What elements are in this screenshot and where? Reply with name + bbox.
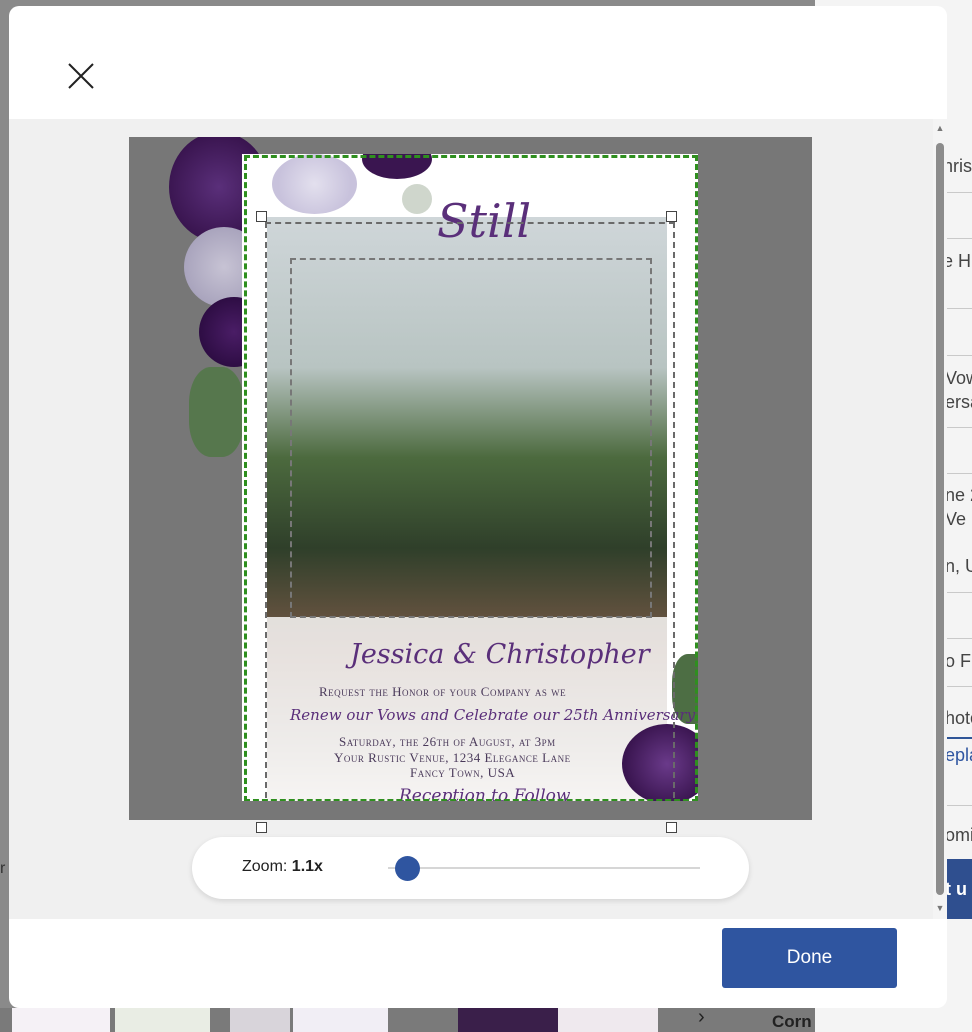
thumbnail [293, 1008, 388, 1032]
crop-canvas[interactable]: Still Jessica & Christopher Request the … [129, 137, 812, 820]
bg-text: r [0, 860, 6, 877]
zoom-slider-track[interactable] [388, 867, 700, 869]
bg-text: hris [943, 156, 972, 176]
bg-text: e H [943, 251, 972, 271]
thumbnail [12, 1008, 110, 1032]
bg-underline [945, 737, 972, 739]
scroll-down-icon[interactable]: ▼ [935, 903, 945, 913]
resize-handle-top-left[interactable] [256, 211, 267, 222]
resize-handle-top-right[interactable] [666, 211, 677, 222]
bg-text: Corn [772, 1012, 812, 1031]
scroll-up-icon[interactable]: ▲ [935, 123, 945, 133]
bg-link: epla [945, 745, 972, 765]
bg-text: Ve [945, 509, 967, 529]
zoom-label: Zoom: 1.1x [242, 858, 323, 875]
zoom-slider-handle[interactable] [395, 856, 420, 881]
safe-area-border [244, 155, 698, 801]
invitation-card: Still Jessica & Christopher Request the … [242, 154, 698, 801]
thumbnail [115, 1008, 210, 1032]
close-icon[interactable] [67, 62, 95, 90]
thumbnail [558, 1008, 658, 1032]
scrollbar[interactable]: ▲ ▼ [933, 119, 947, 919]
zoom-value: 1.1x [291, 858, 323, 875]
bg-text: o F [945, 651, 972, 671]
thumbnail [458, 1008, 558, 1032]
bg-text: n, U [945, 556, 972, 576]
crop-modal: Still Jessica & Christopher Request the … [9, 6, 947, 1008]
bg-text: omi [945, 825, 972, 845]
bg-button: t u [945, 859, 972, 919]
resize-handle-bottom-left[interactable] [256, 822, 267, 833]
bg-text: ersa [945, 392, 972, 412]
zoom-control: Zoom: 1.1x [192, 837, 749, 899]
leaf-decoration [189, 367, 244, 457]
bg-text: Vow [945, 368, 972, 388]
done-button[interactable]: Done [722, 928, 897, 988]
chevron-right-icon: › [698, 1006, 705, 1028]
bg-text: ne 2 [945, 485, 972, 505]
bg-text: hoto [945, 708, 972, 728]
thumbnail [230, 1008, 290, 1032]
resize-handle-bottom-right[interactable] [666, 822, 677, 833]
scrollbar-thumb[interactable] [936, 143, 944, 895]
crop-stage: Still Jessica & Christopher Request the … [9, 119, 933, 919]
